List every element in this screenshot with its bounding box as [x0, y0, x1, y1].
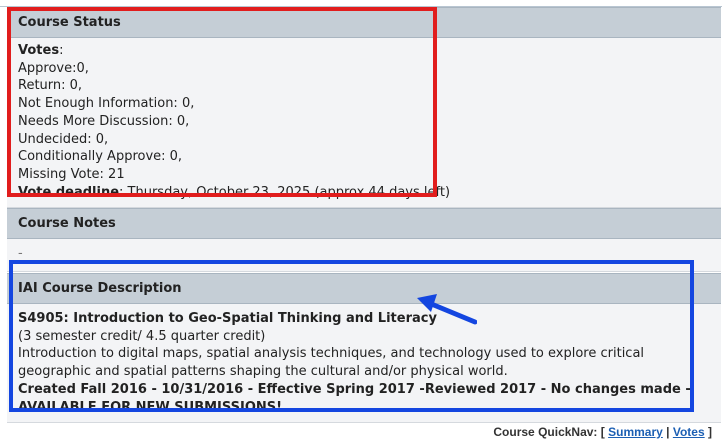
vote-conditionally-approve: Conditionally Approve: 0, — [18, 149, 183, 165]
course-status-body: Votes: Approve:0, Return: 0, Not Enough … — [7, 38, 721, 209]
iai-description-body: S4905: Introduction to Geo-Spatial Think… — [7, 304, 721, 424]
quicknav-suffix: ] — [708, 425, 712, 439]
course-history: Created Fall 2016 - 10/31/2016 - Effecti… — [18, 381, 691, 415]
course-notes-header: Course Notes — [7, 208, 721, 240]
vote-approve: Approve:0, — [18, 60, 89, 76]
quicknav-separator: | — [666, 425, 670, 439]
course-credit: (3 semester credit/ 4.5 quarter credit) — [18, 328, 266, 344]
quicknav-prefix: Course QuickNav: [ — [493, 425, 605, 439]
quicknav-votes-link[interactable]: Votes — [673, 425, 705, 439]
arrow-left-icon — [417, 294, 477, 325]
course-description: Introduction to digital maps, spatial an… — [18, 346, 645, 380]
previous-section-edge — [0, 0, 722, 7]
vote-deadline-value: : Thursday, October 23, 2025 (approx 44 … — [119, 184, 451, 200]
course-status-header: Course Status — [7, 7, 721, 38]
votes-label: Votes — [18, 43, 60, 58]
votes-colon: : — [59, 43, 64, 58]
course-notes-body: - — [7, 239, 721, 273]
iai-description-header: IAI Course Description — [7, 273, 721, 305]
vote-deadline-label: Vote deadline — [18, 184, 120, 200]
vote-undecided: Undecided: 0, — [18, 131, 109, 147]
course-quicknav: Course QuickNav: [ Summary | Votes ] — [493, 425, 712, 439]
vote-deadline: Vote deadline: Thursday, October 23, 202… — [18, 184, 710, 202]
votes-heading: Votes: — [18, 42, 710, 60]
vote-return: Return: 0, — [18, 78, 83, 94]
vote-needs-discussion: Needs More Discussion: 0, — [18, 113, 190, 129]
quicknav-summary-link[interactable]: Summary — [608, 425, 663, 439]
course-info-table: Course Status Votes: Approve:0, Return: … — [7, 7, 721, 424]
vote-missing: Missing Vote: 21 — [18, 166, 125, 182]
vote-not-enough-info: Not Enough Information: 0, — [18, 96, 195, 112]
course-title: S4905: Introduction to Geo-Spatial Think… — [18, 311, 437, 327]
